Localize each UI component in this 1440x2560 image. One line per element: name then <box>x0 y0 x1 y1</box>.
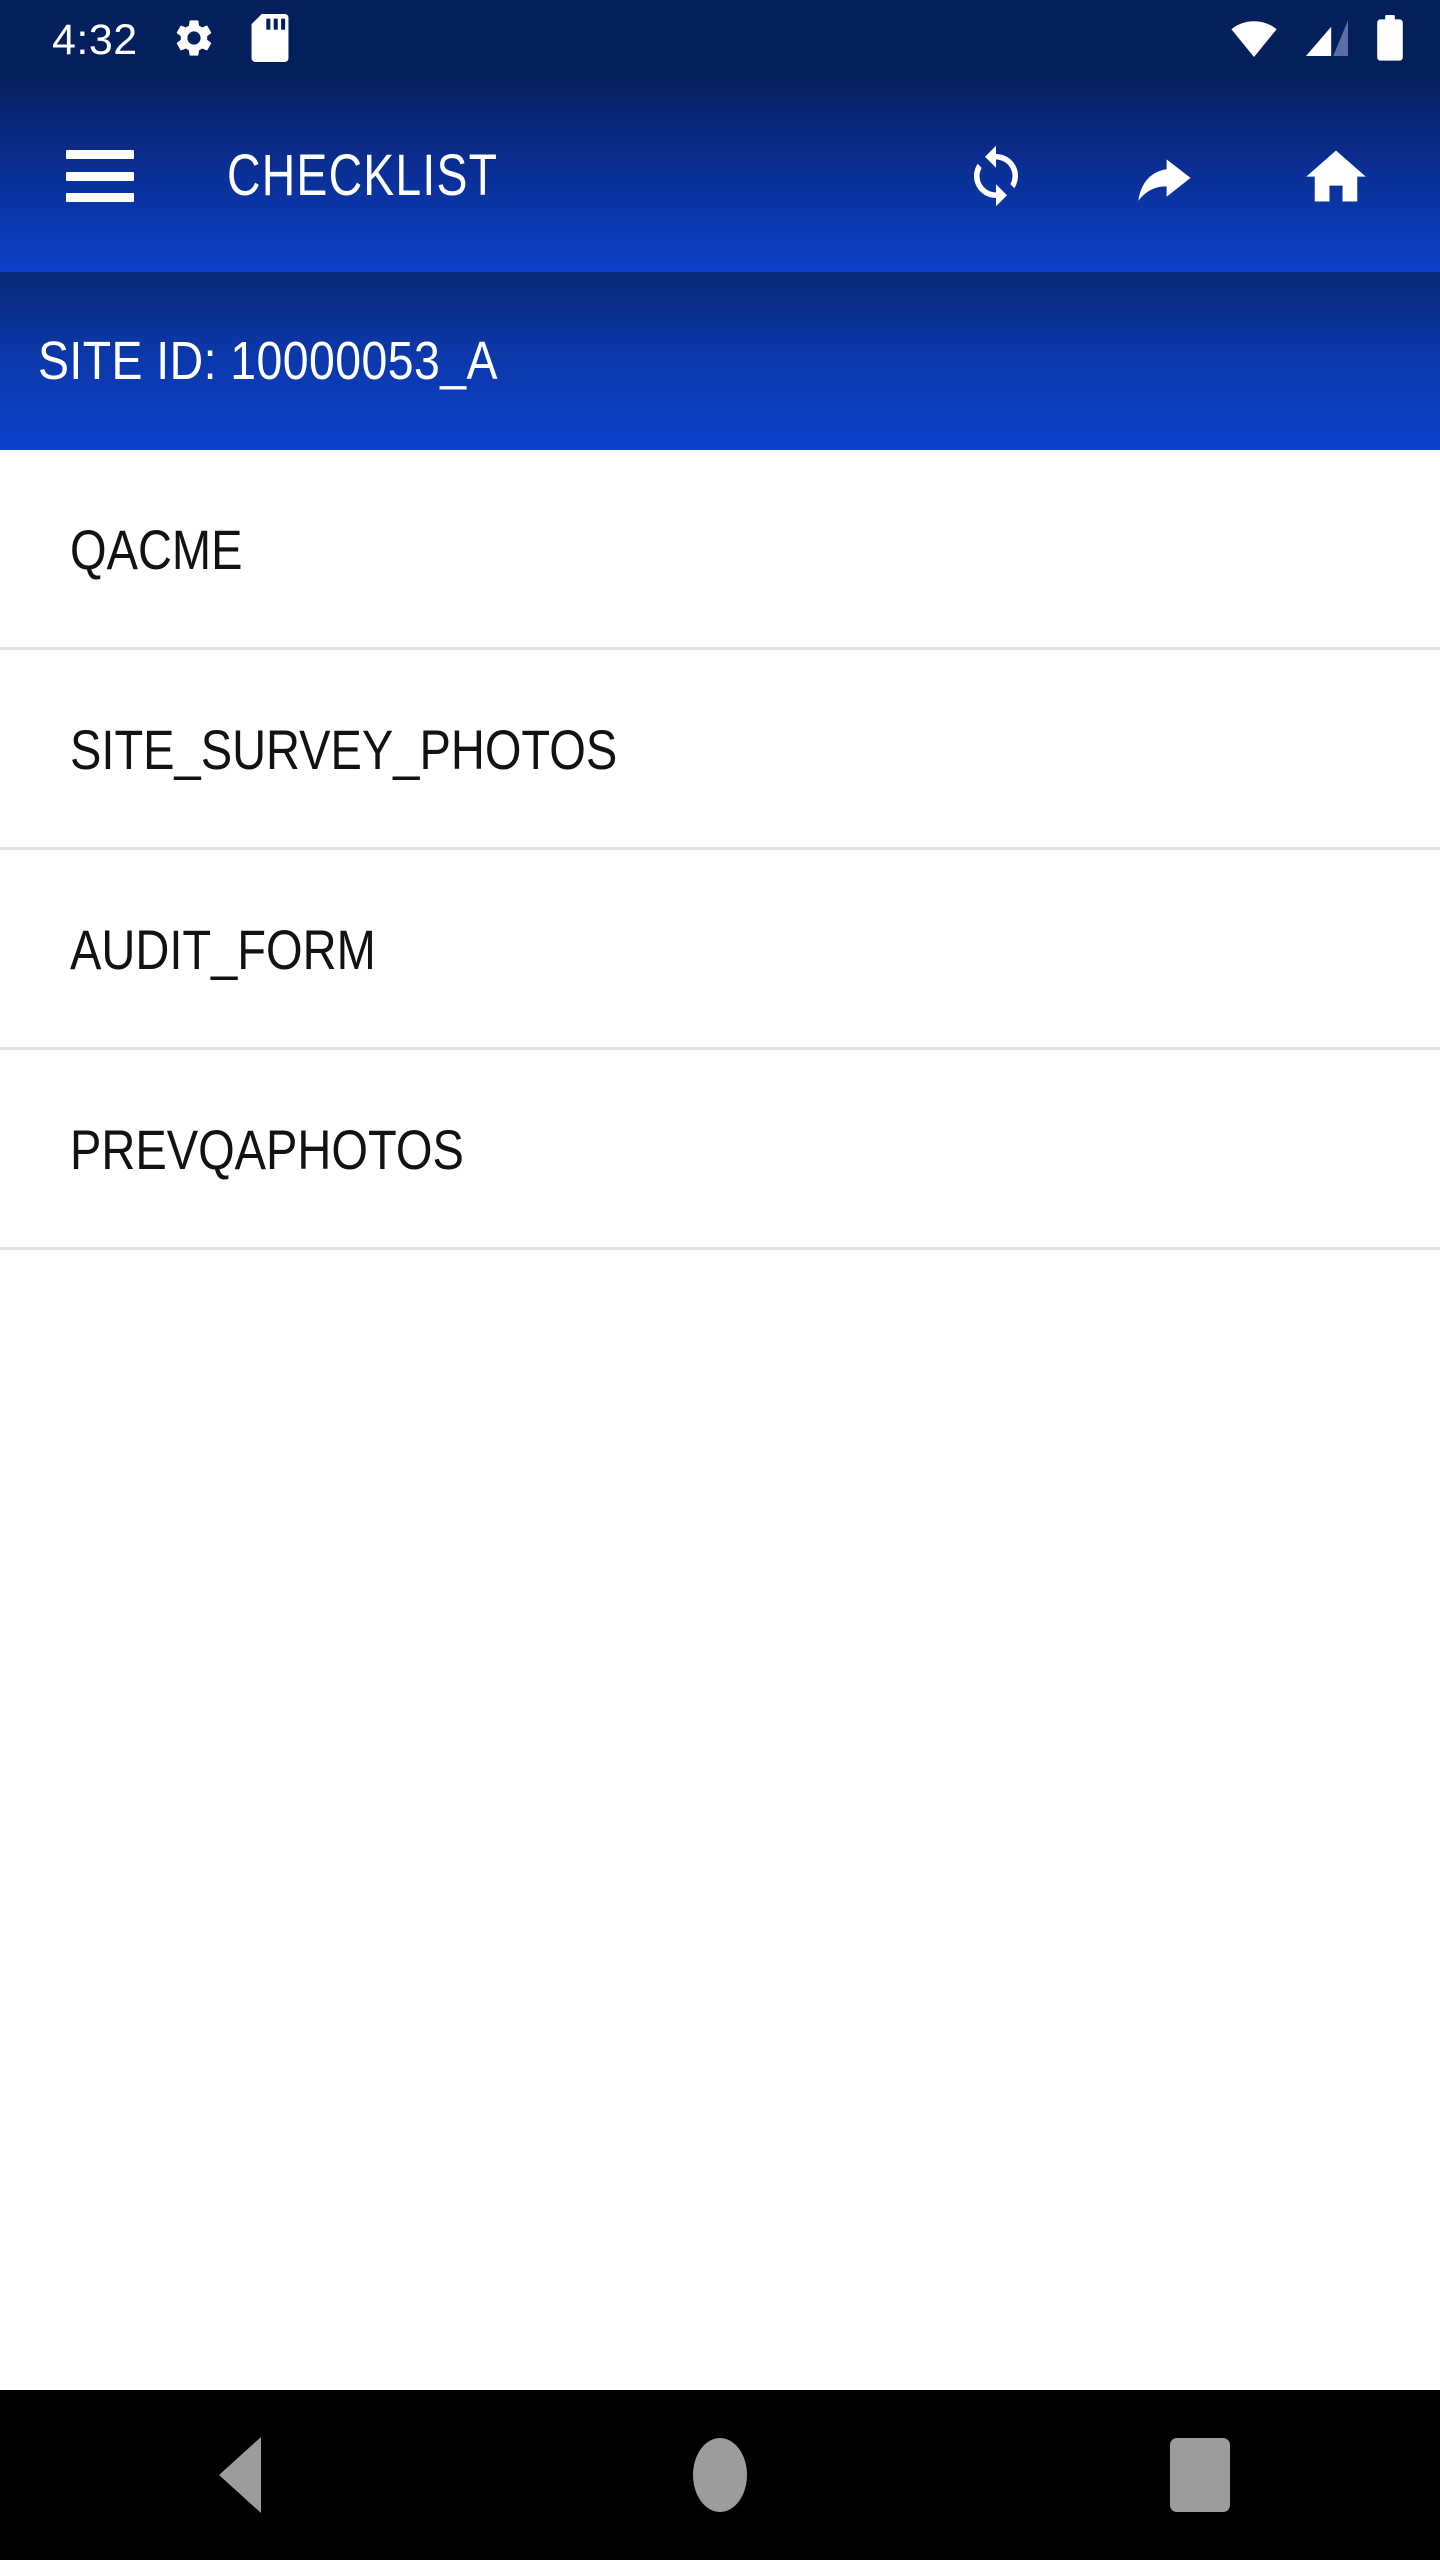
nav-recents-button[interactable] <box>1110 2390 1290 2560</box>
android-navigation-bar <box>0 2390 1440 2560</box>
nav-back-button[interactable] <box>150 2390 330 2560</box>
settings-gear-icon <box>172 16 216 65</box>
hamburger-bar-3 <box>66 193 134 202</box>
status-bar-right-group <box>1230 14 1404 66</box>
list-item-label: SITE_SURVEY_PHOTOS <box>70 718 618 781</box>
home-circle-icon <box>693 2438 747 2512</box>
battery-icon <box>1376 14 1404 66</box>
home-icon[interactable] <box>1294 134 1378 218</box>
list-item[interactable]: PREVQAPHOTOS <box>0 1050 1440 1250</box>
list-item-label: QACME <box>70 518 243 581</box>
list-item-label: AUDIT_FORM <box>70 918 376 981</box>
list-item[interactable]: QACME <box>0 450 1440 650</box>
checklist-list: QACME SITE_SURVEY_PHOTOS AUDIT_FORM PREV… <box>0 450 1440 1250</box>
sd-card-icon <box>250 13 290 67</box>
site-id-label: SITE ID: 10000053_A <box>38 331 498 391</box>
reply-back-arrow-icon[interactable] <box>1124 134 1208 218</box>
list-item[interactable]: AUDIT_FORM <box>0 850 1440 1050</box>
app-bar: CHECKLIST <box>0 80 1440 272</box>
recents-square-icon <box>1170 2438 1230 2512</box>
status-bar: 4:32 <box>0 0 1440 80</box>
back-triangle-icon <box>219 2437 261 2513</box>
status-bar-clock: 4:32 <box>52 15 138 64</box>
wifi-icon <box>1230 18 1278 63</box>
list-item[interactable]: SITE_SURVEY_PHOTOS <box>0 650 1440 850</box>
hamburger-menu-icon[interactable] <box>66 150 134 202</box>
nav-home-button[interactable] <box>630 2390 810 2560</box>
sync-icon[interactable] <box>954 134 1038 218</box>
app-screen: 4:32 CHECKLIST SITE ID: 10000053_A QACME… <box>0 0 1440 2560</box>
list-item-label: PREVQAPHOTOS <box>70 1118 464 1181</box>
page-title: CHECKLIST <box>227 143 499 208</box>
site-id-banner: SITE ID: 10000053_A <box>0 272 1440 450</box>
cellular-signal-icon <box>1304 18 1350 63</box>
status-bar-left-group: 4:32 <box>52 13 290 67</box>
hamburger-bar-2 <box>66 171 134 181</box>
app-bar-actions <box>954 134 1440 218</box>
hamburger-bar-1 <box>66 150 134 159</box>
